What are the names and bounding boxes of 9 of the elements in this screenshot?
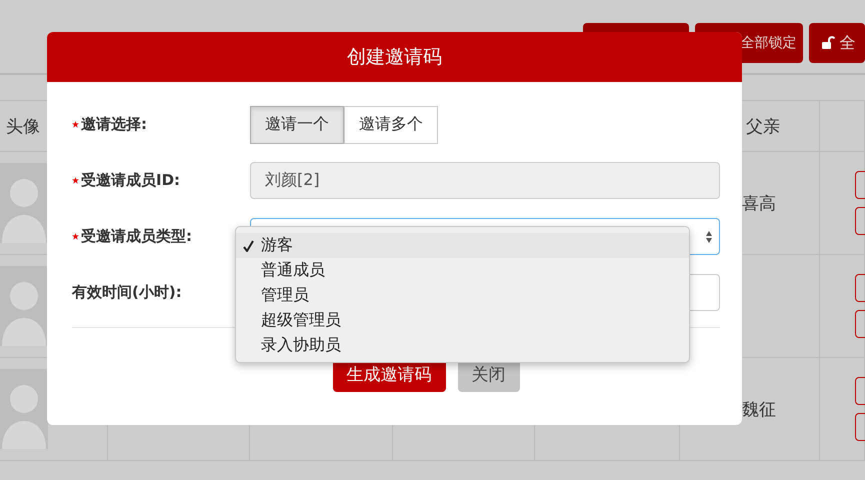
table-cell-text: 喜高: [741, 192, 776, 214]
field-label: 受邀请成员类型:: [81, 227, 192, 246]
table-cell-text: 魏征: [741, 398, 776, 420]
field-label: 有效时间(小时):: [72, 283, 182, 302]
dialog-title: 创建邀请码: [347, 45, 442, 70]
column-header: 头像: [6, 116, 40, 138]
column-header: 父亲: [745, 116, 780, 138]
field-label: 邀请选择:: [81, 115, 147, 134]
field-label: 受邀请成员ID:: [81, 171, 180, 190]
